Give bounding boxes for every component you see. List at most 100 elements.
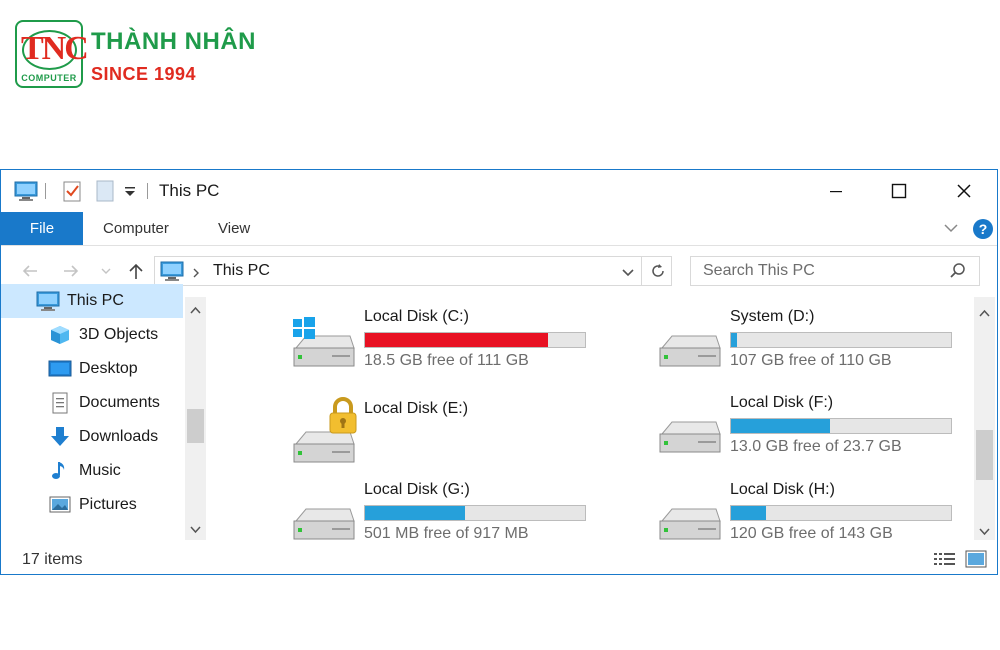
scrollbar-thumb[interactable]: [976, 430, 993, 480]
drive-usage-fill: [731, 419, 831, 433]
drive-name: Local Disk (G:): [364, 481, 470, 498]
file-explorer-window: This PC File Computer View ? This PC Sea…: [0, 169, 998, 575]
drive-usage-bar: [730, 418, 952, 434]
breadcrumb-chevron-icon[interactable]: [192, 266, 200, 284]
lock-icon: [329, 397, 357, 434]
scrollbar-thumb[interactable]: [187, 409, 204, 443]
address-bar[interactable]: This PC: [154, 256, 672, 286]
drive-tile[interactable]: Local Disk (F:) 13.0 GB free of 23.7 GB: [658, 394, 958, 464]
tab-view[interactable]: View: [218, 212, 250, 245]
navigation-pane: This PC 3D Objects Desktop Documents Dow…: [1, 284, 209, 545]
back-button[interactable]: [19, 260, 41, 282]
drive-name: Local Disk (H:): [730, 481, 835, 498]
this-pc-icon: [159, 260, 185, 287]
close-button[interactable]: [941, 174, 987, 208]
properties-icon[interactable]: [61, 179, 83, 203]
search-placeholder: Search This PC: [703, 262, 815, 279]
status-bar: 17 items: [1, 545, 997, 575]
drive-usage-fill: [731, 333, 737, 347]
sidebar-item-3d-objects[interactable]: 3D Objects: [1, 318, 183, 352]
forward-button[interactable]: [60, 260, 82, 282]
drive-icon: [658, 322, 722, 374]
sidebar-item-label: This PC: [67, 292, 124, 309]
breadcrumb[interactable]: This PC: [213, 262, 270, 280]
content-scrollbar[interactable]: [974, 297, 995, 540]
drive-icon: [658, 495, 722, 547]
help-icon[interactable]: ?: [972, 218, 994, 245]
scroll-down-icon[interactable]: [189, 523, 202, 536]
sidebar-item-label: Downloads: [79, 428, 159, 445]
sidebar-item-desktop[interactable]: Desktop: [1, 352, 183, 386]
drive-free-space: 120 GB free of 143 GB: [730, 525, 893, 542]
sidebar-item-downloads[interactable]: Downloads: [1, 420, 183, 454]
svg-text:?: ?: [979, 221, 988, 237]
drive-free-space: 107 GB free of 110 GB: [730, 352, 892, 369]
drive-tile[interactable]: System (D:) 107 GB free of 110 GB: [658, 308, 958, 378]
drive-usage-bar: [730, 332, 952, 348]
pictures-icon: [47, 494, 73, 516]
sidebar-item-label: 3D Objects: [79, 326, 159, 343]
drive-usage-fill: [365, 333, 549, 347]
logo-badge-subtext: COMPUTER: [21, 73, 77, 83]
drive-name: Local Disk (C:): [364, 308, 469, 325]
drive-free-space: 18.5 GB free of 111 GB: [364, 352, 529, 369]
drive-tile[interactable]: Local Disk (C:) 18.5 GB free of 111 GB: [292, 308, 592, 378]
drive-tile[interactable]: Local Disk (E:): [292, 397, 592, 474]
address-history-dropdown-icon[interactable]: [621, 266, 635, 284]
tab-computer[interactable]: Computer: [103, 212, 169, 245]
forward-arrow-icon: [64, 265, 79, 277]
drive-usage-bar: [364, 332, 586, 348]
drive-name: System (D:): [730, 308, 815, 325]
scroll-up-icon[interactable]: [189, 303, 202, 316]
tab-file[interactable]: File: [1, 212, 83, 245]
navigation-pane-scrollbar[interactable]: [185, 297, 206, 540]
logo-badge-text: TNC: [21, 30, 89, 67]
logo-since: SINCE 1994: [91, 64, 197, 84]
drive-name: Local Disk (E:): [364, 400, 469, 417]
up-button[interactable]: [125, 260, 147, 282]
recent-locations-button[interactable]: [95, 260, 117, 282]
search-input[interactable]: Search This PC: [690, 256, 980, 286]
this-pc-icon[interactable]: [13, 179, 39, 203]
music-icon: [47, 460, 73, 482]
drive-tile[interactable]: Local Disk (H:) 120 GB free of 143 GB: [658, 481, 958, 551]
drive-free-space: 501 MB free of 917 MB: [364, 525, 529, 542]
title-bar: This PC: [1, 170, 997, 212]
details-view-icon[interactable]: [933, 551, 957, 574]
drive-tile[interactable]: Local Disk (G:) 501 MB free of 917 MB: [292, 481, 592, 551]
windows-logo-icon: [293, 317, 315, 339]
drive-icon: [658, 408, 722, 460]
desktop-icon: [47, 358, 73, 380]
expand-ribbon-icon[interactable]: [943, 221, 959, 240]
minimize-icon: [830, 191, 842, 193]
chevron-down-icon: [101, 268, 111, 274]
refresh-icon[interactable]: [649, 262, 667, 285]
scroll-down-icon[interactable]: [978, 525, 991, 538]
sidebar-item-music[interactable]: Music: [1, 454, 183, 488]
this-pc-icon: [35, 290, 61, 312]
tnc-logo: TNC COMPUTER THÀNH NHÂN SINCE 1994: [15, 20, 275, 92]
sidebar-item-documents[interactable]: Documents: [1, 386, 183, 420]
scroll-up-icon[interactable]: [978, 306, 991, 319]
sidebar-item-label: Music: [79, 462, 121, 479]
sidebar-item-this-pc[interactable]: This PC: [1, 284, 183, 318]
logo-badge: TNC COMPUTER: [15, 20, 89, 88]
drive-icon: [292, 495, 356, 547]
close-icon: [957, 184, 971, 198]
drive-icon: [292, 317, 356, 374]
drive-name: Local Disk (F:): [730, 394, 834, 411]
new-folder-icon[interactable]: [95, 179, 115, 203]
documents-icon: [47, 392, 73, 414]
sidebar-item-label: Documents: [79, 394, 160, 411]
sidebar-item-label: Desktop: [79, 360, 138, 377]
maximize-icon: [891, 183, 907, 199]
minimize-button[interactable]: [813, 174, 859, 208]
drive-icon: [292, 397, 357, 470]
sidebar-item-label: Pictures: [79, 496, 137, 513]
sidebar-item-pictures[interactable]: Pictures: [1, 488, 183, 522]
large-icons-view-icon[interactable]: [965, 550, 987, 573]
customize-quick-access-icon[interactable]: [123, 179, 137, 203]
ribbon: File Computer View ?: [1, 212, 997, 246]
maximize-button[interactable]: [876, 174, 922, 208]
search-icon[interactable]: [949, 262, 967, 285]
